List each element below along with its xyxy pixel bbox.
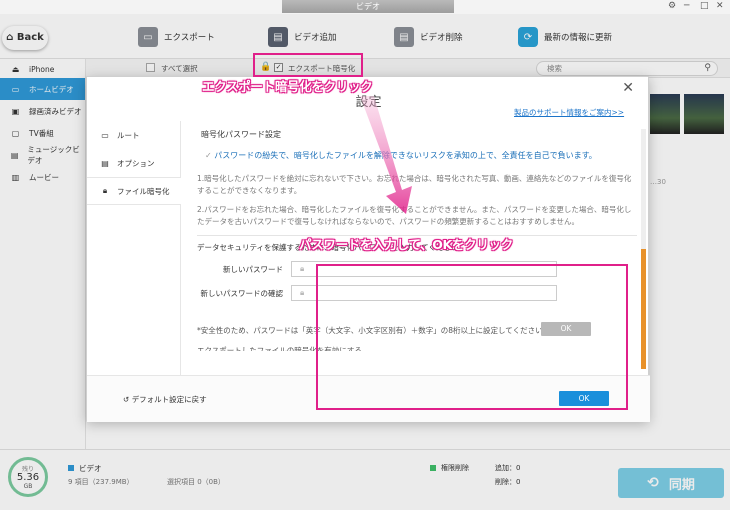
- nav-label: ルート: [117, 130, 140, 140]
- folder-icon: ▭: [101, 130, 109, 140]
- close-dialog-icon[interactable]: ✕: [622, 80, 634, 96]
- highlight-export-encrypt: [253, 53, 363, 77]
- close-window-icon[interactable]: ✕: [716, 1, 724, 11]
- settings-gear-icon[interactable]: ⚙: [668, 1, 676, 11]
- lock-icon: 🔒︎: [102, 186, 108, 195]
- annotation-enter-password: パスワードを入力して、OKをクリック: [299, 237, 513, 252]
- maximize-icon[interactable]: □: [700, 1, 709, 11]
- options-icon: ▤: [101, 158, 109, 168]
- check-icon: ✓: [205, 151, 212, 160]
- minimize-icon[interactable]: ─: [684, 1, 689, 11]
- lock-icon: 🔒︎: [300, 288, 305, 297]
- annotation-arrow: [360, 96, 412, 214]
- annotation-click-export-encrypt: エクスポート暗号化をクリック: [202, 79, 373, 94]
- restore-default-label: デフォルト設定に戻す: [131, 395, 207, 404]
- scroll-thumb[interactable]: [641, 249, 646, 369]
- nav-file-encryption[interactable]: 🔒︎ ファイル暗号化: [87, 177, 181, 205]
- restore-default-button[interactable]: ↺ デフォルト設定に戻す: [123, 394, 207, 405]
- restore-icon: ↺: [123, 395, 130, 404]
- title-bar: ビデオ ⚙ ─ □ ✕: [0, 0, 730, 14]
- settings-nav: ▭ ルート ▤ オプション 🔒︎ ファイル暗号化: [87, 121, 181, 375]
- highlight-password-area: [316, 264, 628, 410]
- nav-route[interactable]: ▭ ルート: [87, 121, 180, 149]
- confirm-password-label: 新しいパスワードの確認: [200, 288, 284, 298]
- new-password-label: 新しいパスワード: [223, 264, 283, 274]
- dialog-scrollbar[interactable]: [641, 129, 646, 369]
- support-link[interactable]: 製品のサポート情報をご案内>>: [514, 107, 624, 118]
- nav-label: オプション: [117, 158, 155, 168]
- nav-options[interactable]: ▤ オプション: [87, 149, 180, 177]
- window-title: ビデオ: [282, 0, 454, 13]
- lock-icon: 🔒︎: [300, 264, 305, 273]
- nav-label: ファイル暗号化: [117, 186, 170, 196]
